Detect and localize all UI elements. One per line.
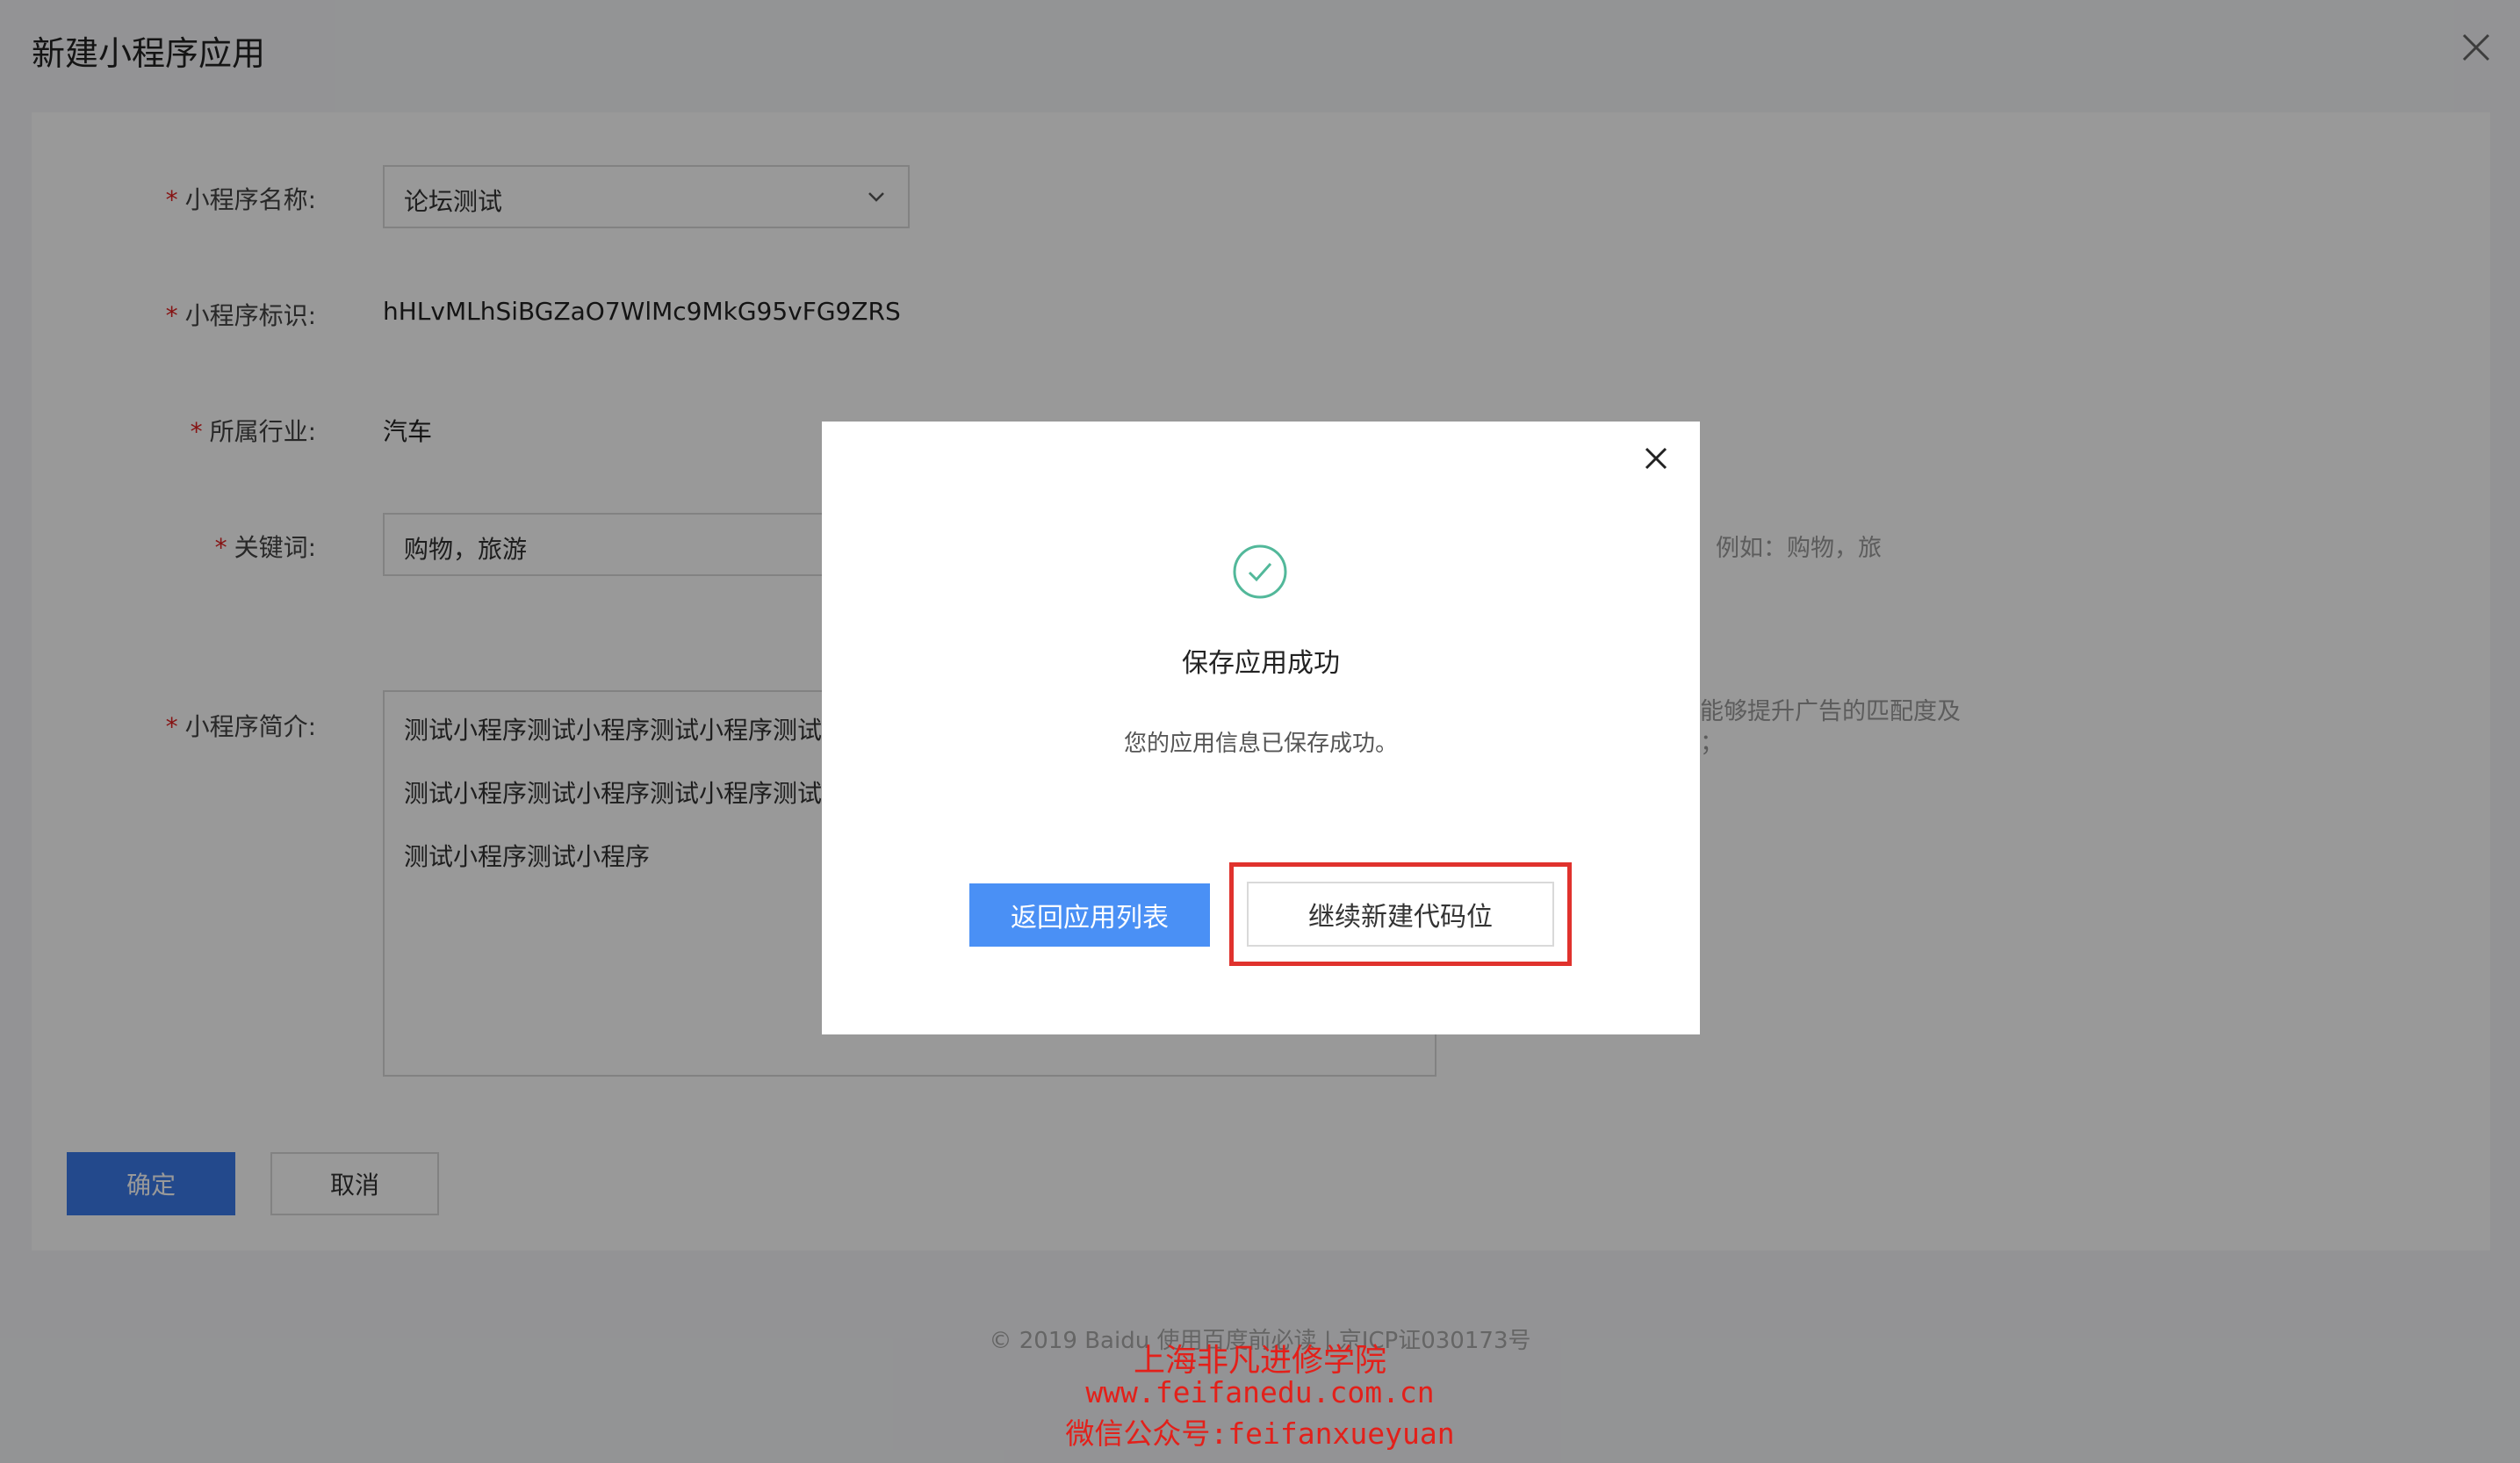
check-circle-icon: [1233, 544, 1287, 599]
modal-message: 您的应用信息已保存成功。: [1123, 731, 1398, 757]
continue-create-ad-slot-button[interactable]: 继续新建代码位: [1247, 882, 1554, 947]
back-to-app-list-button[interactable]: 返回应用列表: [969, 883, 1210, 947]
watermark-line: www.feifanedu.com.cn: [1085, 1375, 1435, 1409]
watermark-line: 微信公众号:feifanxueyuan: [1065, 1416, 1455, 1451]
modal-title: 保存应用成功: [1182, 648, 1340, 679]
success-modal: 保存应用成功 您的应用信息已保存成功。 返回应用列表 继续新建代码位: [822, 422, 1700, 1034]
close-icon[interactable]: [1638, 441, 1674, 476]
watermark-line: 上海非凡进修学院: [1133, 1343, 1386, 1379]
